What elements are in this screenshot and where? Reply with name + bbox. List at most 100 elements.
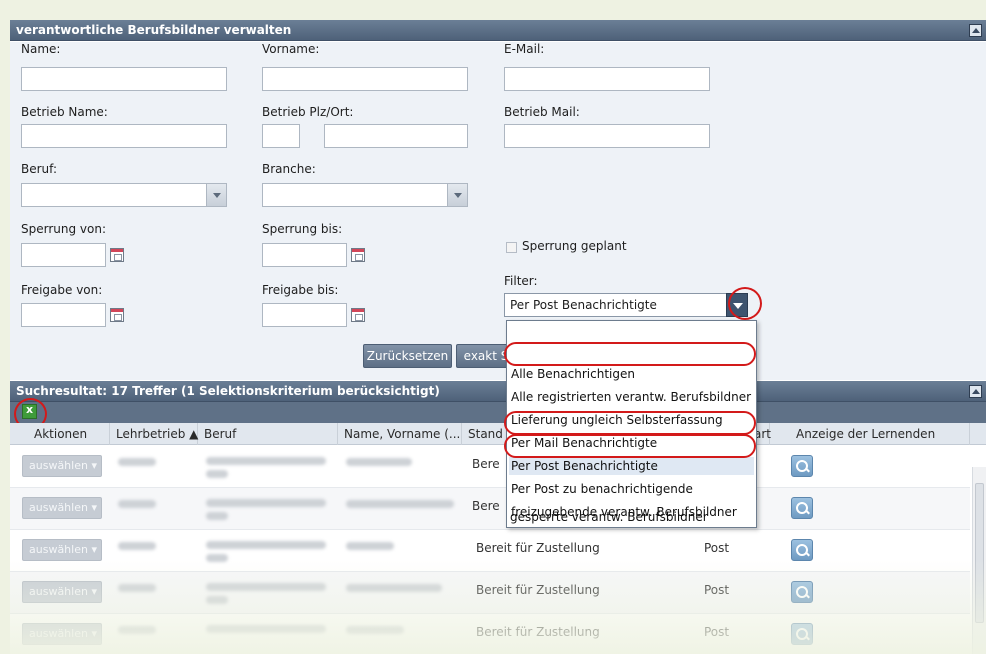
chevron-down-icon[interactable] (206, 184, 226, 206)
select-action-button[interactable]: auswählen ▾ (22, 623, 102, 645)
beruf-select[interactable] (21, 183, 227, 207)
branche-label: Branche: (262, 162, 316, 176)
select-action-button[interactable]: auswählen ▾ (22, 539, 102, 561)
highlight-ring (728, 287, 762, 320)
art-cell: Post (704, 541, 730, 555)
redacted-beruf (206, 470, 228, 478)
branche-select[interactable] (262, 183, 468, 207)
redacted-beruf (206, 625, 326, 633)
highlight-oval (504, 434, 756, 458)
form-panel-header: verantwortliche Berufsbildner verwalten (10, 20, 986, 41)
search-form: Name: Vorname: E-Mail: Betrieb Name: Bet… (10, 42, 986, 380)
table-row: auswählen ▾ Bere (10, 488, 970, 530)
art-cell: Post (704, 583, 730, 597)
sperrung-geplant-checkbox[interactable] (506, 242, 517, 253)
vorname-label: Vorname: (262, 42, 320, 56)
sperrung-bis-input[interactable] (262, 243, 347, 267)
redacted-beruf (206, 512, 228, 520)
redacted-beruf (206, 499, 326, 507)
betrieb-mail-label: Betrieb Mail: (504, 105, 580, 119)
calendar-icon[interactable] (351, 308, 365, 322)
table-row: auswählen ▾ Bereit für Zustellung Post (10, 572, 970, 614)
collapse-icon[interactable] (969, 385, 982, 398)
table-row: auswählen ▾ Bereit für Zustellung Post (10, 530, 970, 572)
name-input[interactable] (21, 67, 227, 91)
app-frame: verantwortliche Berufsbildner verwalten … (10, 20, 986, 654)
email-input[interactable] (504, 67, 710, 91)
calendar-icon[interactable] (110, 248, 124, 262)
beruf-label: Beruf: (21, 162, 57, 176)
betrieb-name-input[interactable] (21, 124, 227, 148)
select-action-button[interactable]: auswählen ▾ (22, 581, 102, 603)
redacted-lehrbetrieb (118, 584, 156, 592)
stand-cell: Bereit für Zustellung (476, 625, 600, 639)
collapse-icon[interactable] (969, 24, 982, 37)
redacted-name (346, 584, 442, 592)
stand-cell: Bere (472, 499, 500, 513)
betrieb-name-label: Betrieb Name: (21, 105, 108, 119)
column-header-name[interactable]: Name, Vorname (... (338, 423, 462, 445)
magnifier-icon[interactable] (791, 539, 813, 561)
redacted-beruf (206, 457, 326, 465)
table-row: auswählen ▾ Bereit für Zustellung Post (10, 614, 970, 654)
redacted-lehrbetrieb (118, 542, 156, 550)
sperrung-geplant-label: Sperrung geplant (522, 239, 627, 253)
magnifier-icon[interactable] (791, 455, 813, 477)
stand-cell: Bereit für Zustellung (476, 541, 600, 555)
filter-select[interactable]: Per Post Benachrichtigte (504, 293, 748, 317)
name-label: Name: (21, 42, 61, 56)
vorname-input[interactable] (262, 67, 468, 91)
redacted-lehrbetrieb (118, 626, 156, 634)
freigabe-von-label: Freigabe von: (21, 283, 103, 297)
stand-cell: Bere (472, 457, 500, 471)
redacted-name (346, 500, 454, 508)
redacted-name (346, 542, 394, 550)
dropdown-option-per-post-zu[interactable]: Per Post zu benachrichtigende (511, 480, 693, 498)
results-panel-header: Suchresultat: 17 Treffer (1 Selektionskr… (10, 381, 986, 402)
column-header-lehrbetrieb[interactable]: Lehrbetrieb ▲ (110, 423, 198, 445)
sperrung-von-label: Sperrung von: (21, 222, 107, 236)
column-header-beruf[interactable]: Beruf (198, 423, 338, 445)
redacted-lehrbetrieb (118, 458, 156, 466)
magnifier-icon[interactable] (791, 497, 813, 519)
highlight-oval (504, 411, 756, 435)
select-action-button[interactable]: auswählen ▾ (22, 497, 102, 519)
select-action-button[interactable]: auswählen ▾ (22, 455, 102, 477)
stand-cell: Bereit für Zustellung (476, 583, 600, 597)
dropdown-option-gesperrte[interactable]: gesperrte verantw. Berufsbildner (510, 508, 708, 526)
sperrung-bis-label: Sperrung bis: (262, 222, 343, 236)
chevron-down-icon[interactable] (447, 184, 467, 206)
scrollbar-thumb[interactable] (975, 483, 984, 623)
results-title: Suchresultat: 17 Treffer (1 Selektionskr… (16, 384, 440, 398)
redacted-lehrbetrieb (118, 500, 156, 508)
filter-label: Filter: (504, 274, 538, 288)
art-cell: Post (704, 625, 730, 639)
highlight-oval (504, 342, 756, 366)
results-scrollbar[interactable] (972, 467, 986, 654)
redacted-name (346, 458, 412, 466)
dropdown-option-alle-benachrichtigen[interactable]: Alle Benachrichtigen (511, 365, 635, 383)
results-toolbar (10, 402, 986, 423)
magnifier-icon[interactable] (791, 581, 813, 603)
email-label: E-Mail: (504, 42, 545, 56)
results-grid-header: Aktionen Lehrbetrieb ▲ Beruf Name, Vorna… (10, 423, 986, 445)
reset-button[interactable]: Zurücksetzen (363, 344, 452, 368)
freigabe-von-input[interactable] (21, 303, 106, 327)
redacted-name (346, 626, 404, 634)
calendar-icon[interactable] (351, 248, 365, 262)
betrieb-mail-input[interactable] (504, 124, 710, 148)
redacted-beruf (206, 596, 228, 604)
dropdown-option-alle-registrierten[interactable]: Alle registrierten verantw. Berufsbildne… (511, 388, 751, 406)
betrieb-plz-ort-label: Betrieb Plz/Ort: (262, 105, 354, 119)
column-header-aktionen[interactable]: Aktionen (10, 423, 110, 445)
magnifier-icon[interactable] (791, 623, 813, 645)
form-panel-title: verantwortliche Berufsbildner verwalten (16, 23, 292, 37)
sperrung-von-input[interactable] (21, 243, 106, 267)
betrieb-plz-input[interactable] (262, 124, 300, 148)
filter-selected-value: Per Post Benachrichtigte (510, 298, 657, 312)
betrieb-ort-input[interactable] (324, 124, 468, 148)
freigabe-bis-input[interactable] (262, 303, 347, 327)
calendar-icon[interactable] (110, 308, 124, 322)
column-header-anzeige[interactable]: Anzeige der Lernenden (770, 423, 970, 445)
dropdown-option-per-post[interactable]: Per Post Benachrichtigte (509, 457, 754, 475)
